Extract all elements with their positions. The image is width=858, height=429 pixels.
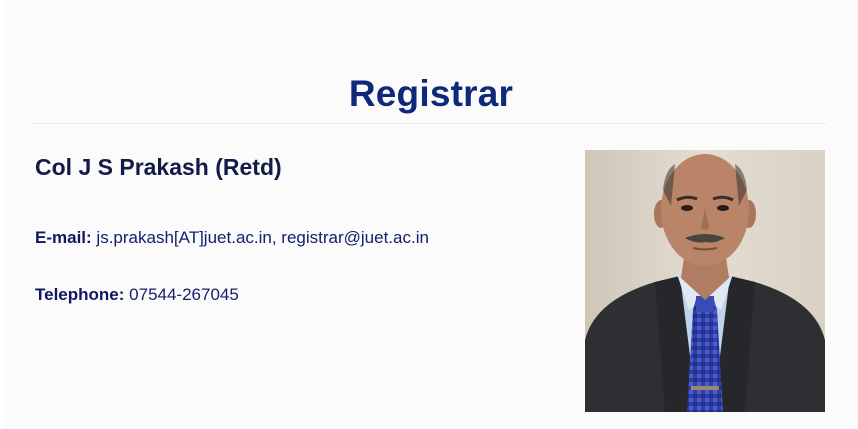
telephone-value: 07544-267045 — [129, 285, 239, 304]
page-title: Registrar — [348, 72, 514, 114]
telephone-row: Telephone: 07544-267045 — [35, 285, 239, 305]
email-row: E-mail: js.prakash[AT]juet.ac.in, regist… — [35, 228, 429, 248]
divider — [32, 123, 826, 124]
profile-photo — [585, 150, 825, 412]
person-name: Col J S Prakash (Retd) — [35, 154, 282, 180]
telephone-label: Telephone: — [35, 285, 125, 304]
email-value[interactable]: js.prakash[AT]juet.ac.in, registrar@juet… — [96, 228, 429, 247]
email-label: E-mail: — [35, 228, 92, 247]
registrar-page: Registrar Col J S Prakash (Retd) E-mail:… — [4, 0, 858, 429]
portrait-illustration — [585, 150, 825, 412]
